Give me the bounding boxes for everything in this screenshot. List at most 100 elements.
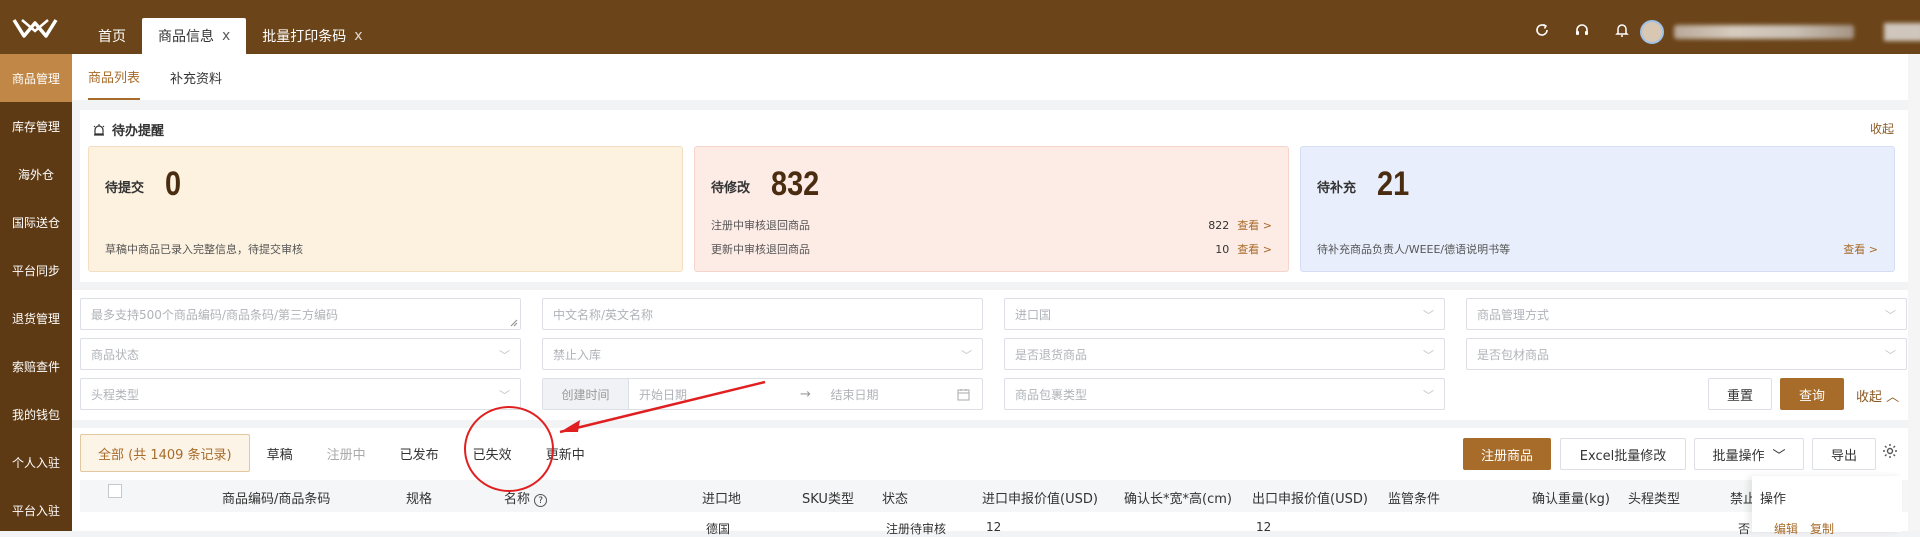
import-country-select[interactable]: 进口国 ﹀	[1004, 298, 1445, 330]
view-link[interactable]: 查看 >	[1237, 219, 1272, 232]
status-tab-published[interactable]: 已发布	[383, 434, 456, 472]
card-row-text: 更新中审核退回商品	[711, 243, 810, 256]
sidebar-item-product[interactable]: 商品管理	[0, 54, 72, 102]
th-import-place: 进口地	[702, 492, 742, 507]
placeholder: 商品状态	[91, 347, 140, 362]
packaging-select[interactable]: 是否包材商品 ﹀	[1466, 338, 1907, 370]
first-leg-select[interactable]: 头程类型 ﹀	[80, 378, 521, 410]
card-label: 待修改	[711, 181, 751, 196]
card-count: 832	[771, 165, 820, 203]
card-desc: 待补充商品负责人/WEEE/德语说明书等	[1317, 243, 1511, 256]
sidebar-item-personal[interactable]: 个人入驻	[0, 438, 72, 486]
query-button[interactable]: 查询	[1780, 378, 1844, 410]
todo-title: 待办提醒	[92, 120, 164, 139]
header-icons	[1534, 22, 1630, 42]
close-icon[interactable]: x	[222, 28, 230, 44]
logo[interactable]	[10, 14, 60, 42]
tab-supplementary[interactable]: 补充资料	[170, 54, 222, 100]
reset-button[interactable]: 重置	[1708, 378, 1772, 410]
card-row-right: 822 查看 >	[1208, 217, 1272, 233]
sub-tabs: 商品列表 补充资料	[72, 54, 1920, 100]
cell-export-value: 12	[1256, 520, 1272, 534]
batch-operation-button[interactable]: 批量操作 ﹀	[1694, 438, 1804, 470]
placeholder: 是否包材商品	[1477, 347, 1550, 362]
card-pending-supplement: 待补充 21 待补充商品负责人/WEEE/德语说明书等 查看 >	[1300, 146, 1895, 272]
excel-batch-edit-button[interactable]: Excel批量修改	[1560, 438, 1686, 470]
gear-icon[interactable]	[1882, 443, 1898, 463]
alarm-icon	[93, 123, 105, 136]
sidebar-item-overseas-warehouse[interactable]: 海外仓	[0, 150, 72, 198]
resize-icon[interactable]	[508, 317, 518, 327]
chevron-down-icon: ﹀	[1423, 349, 1434, 362]
forbid-inbound-select[interactable]: 禁止入库 ﹀	[542, 338, 983, 370]
tab-home[interactable]: 首页	[82, 18, 142, 54]
filter-collapse-link[interactable]: 收起 ︿	[1856, 386, 1899, 405]
sidebar-item-claims[interactable]: 索赔查件	[0, 342, 72, 390]
cell-import-place: 德国	[706, 522, 731, 536]
export-button[interactable]: 导出	[1812, 438, 1876, 470]
user-menu[interactable]	[1640, 20, 1920, 44]
edit-link[interactable]: 编辑	[1774, 520, 1798, 537]
th-sku-type: SKU类型	[802, 492, 854, 507]
bell-icon[interactable]	[1614, 22, 1630, 42]
view-link[interactable]: 查看 >	[1237, 243, 1272, 256]
chevron-down-icon: ﹀	[1772, 448, 1786, 464]
table-row[interactable]: 德国 注册待审核 12 12 否	[80, 516, 1912, 536]
chevron-down-icon: ﹀	[1885, 309, 1896, 322]
status-tab-draft[interactable]: 草稿	[250, 434, 310, 472]
package-type-select[interactable]: 商品包裹类型 ﹀	[1004, 378, 1445, 410]
status-select[interactable]: 商品状态 ﹀	[80, 338, 521, 370]
card-desc: 草稿中商品已录入完整信息，待提交审核	[105, 243, 303, 256]
chevron-down-icon: ﹀	[1423, 309, 1434, 322]
tab-product-info[interactable]: 商品信息 x	[142, 18, 247, 54]
sidebar-item-platform-onboard[interactable]: 平台入驻	[0, 486, 72, 534]
collapse-text: 收起	[1856, 390, 1883, 405]
status-tab-registering[interactable]: 注册中	[310, 434, 383, 472]
button-label: 批量操作	[1712, 448, 1765, 464]
scrollbar[interactable]	[1908, 54, 1920, 531]
register-product-button[interactable]: 注册商品	[1463, 438, 1551, 470]
sidebar-item-intl-delivery[interactable]: 国际送仓	[0, 198, 72, 246]
manage-mode-select[interactable]: 商品管理方式 ﹀	[1466, 298, 1907, 330]
th-status: 状态	[882, 492, 909, 507]
annotation-arrow	[559, 380, 766, 434]
placeholder: 头程类型	[91, 387, 140, 402]
card-pending-submit: 待提交 0 草稿中商品已录入完整信息，待提交审核	[88, 146, 683, 272]
sidebar-item-platform-sync[interactable]: 平台同步	[0, 246, 72, 294]
end-date-input[interactable]: 结束日期	[821, 379, 983, 409]
close-icon[interactable]: x	[354, 28, 362, 44]
chevron-down-icon: ﹀	[961, 349, 972, 362]
placeholder: 进口国	[1015, 307, 1052, 322]
sidebar: 商品管理 库存管理 海外仓 国际送仓 平台同步 退货管理 索赔查件 我的钱包 个…	[0, 54, 72, 531]
table-header: 商品编码/商品条码 规格 名称 ? 进口地 SKU类型 状态 进口申报价值(US…	[80, 480, 1912, 512]
calendar-icon	[957, 389, 970, 401]
headset-icon[interactable]	[1574, 22, 1590, 42]
tab-product-list[interactable]: 商品列表	[88, 54, 141, 100]
code-search-input[interactable]: 最多支持500个商品编码/商品条码/第三方编码	[80, 298, 521, 330]
sidebar-item-inventory[interactable]: 库存管理	[0, 102, 72, 150]
sidebar-item-returns[interactable]: 退货管理	[0, 294, 72, 342]
th-regulatory: 监管条件	[1388, 492, 1441, 507]
placeholder: 禁止入库	[553, 347, 602, 362]
status-tab-all[interactable]: 全部 (共 1409 条记录)	[80, 434, 250, 472]
sidebar-item-wallet[interactable]: 我的钱包	[0, 390, 72, 438]
returnable-select[interactable]: 是否退货商品 ﹀	[1004, 338, 1445, 370]
row-actions: 编辑 复制	[1774, 520, 1834, 537]
th-spec: 规格	[406, 492, 433, 507]
card-count: 21	[1377, 165, 1410, 203]
name-search-input[interactable]: 中文名称/英文名称	[542, 298, 983, 330]
view-link[interactable]: 查看 >	[1843, 241, 1878, 257]
placeholder: 中文名称/英文名称	[553, 307, 654, 322]
select-all-checkbox[interactable]	[108, 484, 122, 498]
refresh-icon[interactable]	[1534, 22, 1550, 42]
card-label: 待补充	[1317, 181, 1357, 196]
tab-batch-print-barcode[interactable]: 批量打印条码 x	[246, 18, 378, 54]
copy-link[interactable]: 复制	[1810, 520, 1834, 537]
help-icon[interactable]: ?	[534, 494, 548, 507]
cell-status: 注册待审核	[886, 522, 947, 536]
chevron-up-icon: ︿	[1886, 390, 1900, 405]
todo-collapse-link[interactable]: 收起	[1870, 120, 1894, 137]
cell-import-value: 12	[986, 520, 1002, 534]
th-export-value: 出口申报价值(USD)	[1252, 492, 1368, 507]
card-row-text: 注册中审核退回商品	[711, 219, 810, 232]
